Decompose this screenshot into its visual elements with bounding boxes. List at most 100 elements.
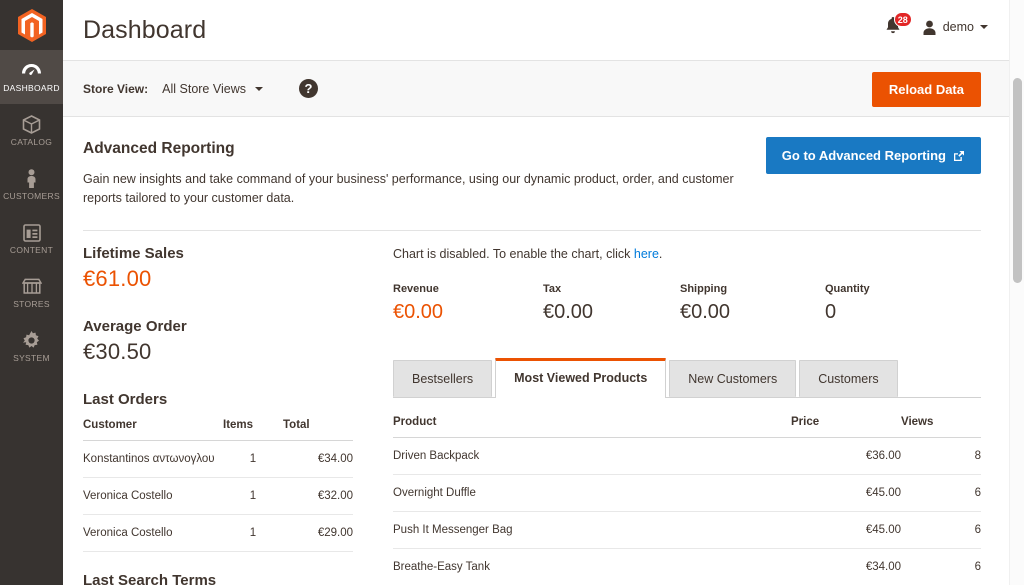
scrollbar-thumb[interactable] [1013,78,1022,283]
table-header-row: Product Price Views [393,398,981,438]
kpi-revenue: Revenue €0.00 [393,283,543,324]
cell-price: €36.00 [791,438,901,475]
products-table: Product Price Views Driven Backpack €36.… [393,398,981,585]
sidebar-item-label: CONTENT [10,245,53,255]
tab-customers[interactable]: Customers [799,360,897,397]
cell-price: €45.00 [791,512,901,549]
last-search-terms-block: Last Search Terms Search Term Results Us… [83,572,353,585]
sidebar-item-stores[interactable]: STORES [0,266,63,320]
most-viewed-products-panel: Product Price Views Driven Backpack €36.… [393,397,981,585]
content-page-icon [23,223,41,242]
advanced-reporting-section: Advanced Reporting Gain new insights and… [83,117,981,231]
table-row[interactable]: Veronica Costello 1 €29.00 [83,515,353,552]
tab-new-customers[interactable]: New Customers [669,360,796,397]
average-order-block: Average Order €30.50 [83,318,353,365]
main-sidebar: DASHBOARD CATALOG CUSTOMERS CONTENT STOR [0,0,63,585]
dashboard-gauge-icon [21,61,42,80]
sidebar-item-label: CUSTOMERS [3,191,60,201]
column-header-items: Items [223,419,283,441]
help-button[interactable]: ? [299,79,318,98]
last-orders-table: Customer Items Total Konstantinos αντωνο… [83,419,353,552]
left-stats-column: Lifetime Sales €61.00 Average Order €30.… [83,245,373,585]
cell-price: €34.00 [791,549,901,585]
table-row[interactable]: Push It Messenger Bag €45.00 6 [393,512,981,549]
table-row[interactable]: Konstantinos αντωνογλου 1 €34.00 [83,441,353,478]
kpi-label: Tax [543,283,680,295]
kpi-shipping: Shipping €0.00 [680,283,825,324]
average-order-value: €30.50 [83,339,353,365]
cell-items: 1 [223,441,283,478]
user-menu[interactable]: demo [922,20,988,35]
kpi-label: Quantity [825,283,945,295]
reload-data-button[interactable]: Reload Data [872,72,981,107]
sidebar-item-label: CATALOG [11,137,52,147]
advanced-reporting-button-label: Go to Advanced Reporting [782,148,946,163]
top-bar: Dashboard 28 demo [63,0,1024,60]
sidebar-item-system[interactable]: SYSTEM [0,320,63,374]
lifetime-sales-value: €61.00 [83,266,353,292]
sidebar-item-customers[interactable]: CUSTOMERS [0,158,63,212]
dashboard-columns: Lifetime Sales €61.00 Average Order €30.… [83,231,981,585]
cell-product: Push It Messenger Bag [393,512,791,549]
sidebar-item-dashboard[interactable]: DASHBOARD [0,50,63,104]
column-header-views: Views [901,398,981,438]
chart-disabled-notice: Chart is disabled. To enable the chart, … [393,245,981,283]
cell-items: 1 [223,478,283,515]
column-header-price: Price [791,398,901,438]
table-row[interactable]: Driven Backpack €36.00 8 [393,438,981,475]
last-orders-block: Last Orders Customer Items Total [83,391,353,552]
notification-count-badge: 28 [894,12,912,27]
chart-notice-text-after: . [659,247,662,261]
kpi-label: Shipping [680,283,825,295]
sidebar-item-content[interactable]: CONTENT [0,212,63,266]
store-view-select[interactable]: All Store Views [162,82,263,96]
table-row[interactable]: Overnight Duffle €45.00 6 [393,475,981,512]
kpi-row: Revenue €0.00 Tax €0.00 Shipping €0.00 [393,283,981,360]
cell-views: 6 [901,549,981,585]
cell-customer: Konstantinos αντωνογλου [83,441,223,478]
last-search-terms-title: Last Search Terms [83,572,353,585]
kpi-tax: Tax €0.00 [543,283,680,324]
kpi-label: Revenue [393,283,543,295]
store-view-value: All Store Views [162,82,246,96]
magento-logo[interactable] [0,0,63,50]
go-to-advanced-reporting-button[interactable]: Go to Advanced Reporting [766,137,981,174]
system-gear-icon [22,331,41,350]
lifetime-sales-block: Lifetime Sales €61.00 [83,245,353,292]
column-header-product: Product [393,398,791,438]
cell-price: €45.00 [791,475,901,512]
kpi-value: €0.00 [680,301,825,324]
cell-views: 6 [901,512,981,549]
table-header-row: Customer Items Total [83,419,353,441]
magento-logo-icon [17,9,47,42]
notifications-button[interactable]: 28 [884,16,906,38]
top-bar-actions: 28 demo [884,16,988,38]
cell-product: Overnight Duffle [393,475,791,512]
store-view-bar: Store View: All Store Views ? Reload Dat… [63,60,1024,117]
stores-shop-icon [22,277,42,296]
enable-chart-link[interactable]: here [634,247,659,261]
tab-most-viewed-products[interactable]: Most Viewed Products [495,358,666,398]
column-header-total: Total [283,419,353,441]
customers-person-icon [25,169,38,188]
sidebar-item-catalog[interactable]: CATALOG [0,104,63,158]
table-row[interactable]: Breathe-Easy Tank €34.00 6 [393,549,981,585]
user-name-label: demo [943,20,974,34]
cell-views: 8 [901,438,981,475]
svg-text:?: ? [305,81,313,96]
sidebar-item-label: STORES [13,299,50,309]
dashboard-body: Advanced Reporting Gain new insights and… [63,117,1024,585]
dashboard-page: DASHBOARD CATALOG CUSTOMERS CONTENT STOR [0,0,1024,585]
sidebar-item-label: SYSTEM [13,353,50,363]
cell-customer: Veronica Costello [83,515,223,552]
kpi-value: €0.00 [543,301,680,324]
kpi-quantity: Quantity 0 [825,283,945,324]
page-scrollbar[interactable] [1009,0,1024,585]
column-header-customer: Customer [83,419,223,441]
table-row[interactable]: Veronica Costello 1 €32.00 [83,478,353,515]
cell-total: €32.00 [283,478,353,515]
report-tabs: Bestsellers Most Viewed Products New Cus… [393,360,981,397]
tab-bestsellers[interactable]: Bestsellers [393,360,492,397]
cell-items: 1 [223,515,283,552]
chevron-down-icon [255,87,263,91]
